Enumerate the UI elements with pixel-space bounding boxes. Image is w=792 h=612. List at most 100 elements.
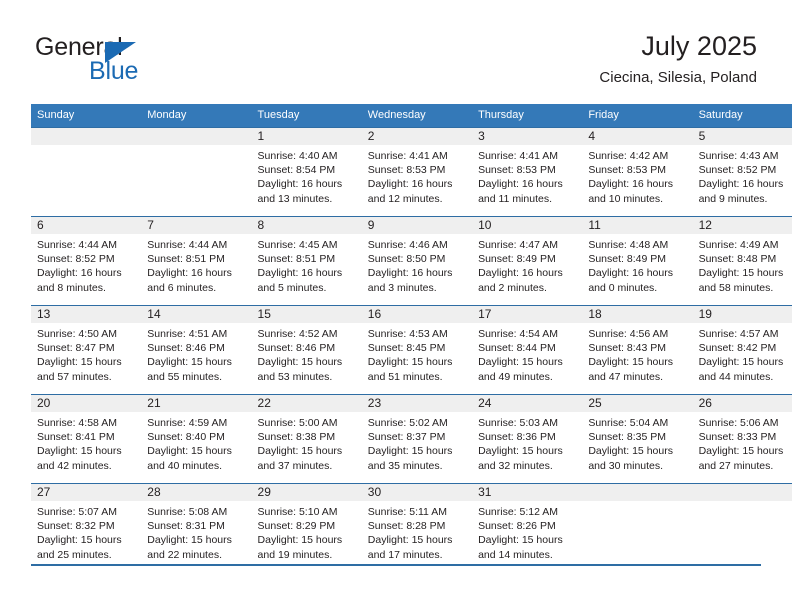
daylight-line-1: Daylight: 15 hours — [367, 534, 453, 547]
day-number: 21 — [141, 395, 252, 412]
weekday-header-monday: Monday — [141, 104, 252, 128]
sunrise-line: Sunrise: 5:08 AM — [147, 506, 228, 518]
day-details: Sunrise: 5:08 AM Sunset: 8:31 PM Daylight:… — [141, 501, 251, 562]
day-number: 6 — [31, 217, 142, 234]
day-cell[interactable]: 19 Sunrise: 4:57 AM Sunset: 8:42 PM Dayligh… — [692, 305, 792, 395]
calendar-page: General Blue July 2025 Ciecina, Silesia,… — [0, 0, 792, 612]
sunset-line: Sunset: 8:47 PM — [37, 342, 115, 355]
sunrise-line: Sunrise: 4:40 AM — [257, 150, 338, 162]
weekday-header-friday: Friday — [582, 104, 693, 128]
day-details: Sunrise: 4:41 AM Sunset: 8:53 PM Daylight:… — [362, 145, 472, 206]
page-title: July 2025 — [641, 31, 757, 61]
daylight-line-2: and 37 minutes. — [257, 459, 333, 472]
daylight-line-1: Daylight: 15 hours — [147, 534, 232, 547]
day-cell[interactable]: 28 Sunrise: 5:08 AM Sunset: 8:31 PM Dayligh… — [141, 483, 252, 572]
daylight-line-1: Daylight: 16 hours — [478, 267, 563, 280]
sunset-line: Sunset: 8:49 PM — [478, 253, 556, 266]
day-cell[interactable] — [141, 127, 252, 217]
day-cell[interactable]: 9 Sunrise: 4:46 AM Sunset: 8:50 PM Daylight… — [361, 216, 473, 306]
day-cell[interactable]: 23 Sunrise: 5:02 AM Sunset: 8:37 PM Dayligh… — [361, 394, 473, 484]
day-cell[interactable]: 20 Sunrise: 4:58 AM Sunset: 8:41 PM Dayligh… — [31, 394, 142, 484]
day-cell[interactable]: 4 Sunrise: 4:42 AM Sunset: 8:53 PM Daylight… — [582, 127, 693, 217]
day-number: 28 — [141, 484, 252, 501]
day-cell[interactable]: 10 Sunrise: 4:47 AM Sunset: 8:49 PM Dayligh… — [472, 216, 583, 306]
sunset-line: Sunset: 8:52 PM — [698, 164, 777, 177]
day-cell[interactable]: 3 Sunrise: 4:41 AM Sunset: 8:53 PM Daylight… — [472, 127, 583, 217]
day-cell[interactable]: 2 Sunrise: 4:41 AM Sunset: 8:53 PM Daylight… — [361, 127, 473, 217]
day-cell[interactable]: 1 Sunrise: 4:40 AM Sunset: 8:54 PM Daylight… — [251, 127, 362, 217]
day-number — [582, 484, 693, 501]
day-details: Sunrise: 5:02 AM Sunset: 8:37 PM Daylight:… — [362, 412, 472, 473]
daylight-line-1: Daylight: 15 hours — [698, 445, 784, 458]
day-number: 1 — [251, 128, 362, 145]
calendar-header-row: Sunday Monday Tuesday Wednesday Thursday… — [31, 104, 792, 128]
daylight-line-2: and 11 minutes. — [478, 192, 552, 205]
day-cell[interactable]: 7 Sunrise: 4:44 AM Sunset: 8:51 PM Daylight… — [141, 216, 252, 306]
day-details: Sunrise: 4:49 AM Sunset: 8:48 PM Daylight:… — [693, 234, 792, 295]
day-cell[interactable]: 11 Sunrise: 4:48 AM Sunset: 8:49 PM Dayligh… — [582, 216, 693, 306]
day-cell[interactable]: 16 Sunrise: 4:53 AM Sunset: 8:45 PM Dayligh… — [361, 305, 473, 395]
sunset-line: Sunset: 8:38 PM — [257, 431, 336, 444]
sunset-line: Sunset: 8:46 PM — [147, 342, 225, 355]
sunset-line: Sunset: 8:54 PM — [257, 164, 336, 177]
sunrise-line: Sunrise: 5:10 AM — [257, 506, 338, 518]
day-cell[interactable]: 27 Sunrise: 5:07 AM Sunset: 8:32 PM Dayligh… — [31, 483, 142, 572]
daylight-line-2: and 6 minutes. — [147, 281, 217, 294]
day-cell[interactable]: 26 Sunrise: 5:06 AM Sunset: 8:33 PM Dayligh… — [692, 394, 792, 484]
daylight-line-2: and 53 minutes. — [257, 370, 333, 383]
day-cell[interactable]: 8 Sunrise: 4:45 AM Sunset: 8:51 PM Daylight… — [251, 216, 362, 306]
daylight-line-1: Daylight: 15 hours — [588, 356, 673, 369]
day-cell[interactable]: 6 Sunrise: 4:44 AM Sunset: 8:52 PM Daylight… — [31, 216, 142, 306]
daylight-line-1: Daylight: 15 hours — [37, 534, 122, 547]
day-cell[interactable]: 15 Sunrise: 4:52 AM Sunset: 8:46 PM Dayligh… — [251, 305, 362, 395]
weekday-header-wednesday: Wednesday — [361, 104, 473, 128]
sunrise-line: Sunrise: 4:49 AM — [698, 239, 779, 251]
day-cell[interactable]: 17 Sunrise: 4:54 AM Sunset: 8:44 PM Dayligh… — [472, 305, 583, 395]
day-number: 22 — [251, 395, 362, 412]
day-cell[interactable]: 31 Sunrise: 5:12 AM Sunset: 8:26 PM Dayligh… — [472, 483, 583, 572]
day-number: 17 — [472, 306, 583, 323]
daylight-line-2: and 30 minutes. — [588, 459, 664, 472]
day-details: Sunrise: 4:57 AM Sunset: 8:42 PM Daylight:… — [693, 323, 792, 384]
sunset-line: Sunset: 8:43 PM — [588, 342, 666, 355]
day-details: Sunrise: 4:44 AM Sunset: 8:52 PM Daylight:… — [31, 234, 141, 295]
day-details: Sunrise: 5:04 AM Sunset: 8:35 PM Daylight:… — [582, 412, 692, 473]
day-number: 29 — [251, 484, 362, 501]
day-details: Sunrise: 4:56 AM Sunset: 8:43 PM Daylight:… — [582, 323, 692, 384]
sunrise-line: Sunrise: 5:12 AM — [478, 506, 559, 518]
day-cell[interactable] — [692, 483, 792, 572]
sunrise-line: Sunrise: 4:50 AM — [37, 328, 117, 340]
sunrise-line: Sunrise: 4:51 AM — [147, 328, 228, 340]
daylight-line-2: and 5 minutes. — [257, 281, 327, 294]
day-cell[interactable]: 5 Sunrise: 4:43 AM Sunset: 8:52 PM Daylight… — [692, 127, 792, 217]
day-cell[interactable]: 29 Sunrise: 5:10 AM Sunset: 8:29 PM Dayligh… — [251, 483, 362, 572]
daylight-line-2: and 32 minutes. — [478, 459, 553, 472]
day-cell[interactable]: 30 Sunrise: 5:11 AM Sunset: 8:28 PM Dayligh… — [361, 483, 473, 572]
day-number: 7 — [141, 217, 252, 234]
day-cell[interactable] — [582, 483, 693, 572]
day-cell[interactable] — [31, 127, 142, 217]
day-number: 30 — [361, 484, 473, 501]
daylight-line-1: Daylight: 15 hours — [698, 267, 784, 280]
day-cell[interactable]: 12 Sunrise: 4:49 AM Sunset: 8:48 PM Dayligh… — [692, 216, 792, 306]
day-number: 23 — [361, 395, 473, 412]
daylight-line-1: Daylight: 16 hours — [37, 267, 122, 280]
day-details: Sunrise: 4:48 AM Sunset: 8:49 PM Daylight:… — [582, 234, 692, 295]
day-cell[interactable]: 14 Sunrise: 4:51 AM Sunset: 8:46 PM Dayligh… — [141, 305, 252, 395]
daylight-line-1: Daylight: 15 hours — [367, 445, 453, 458]
day-number: 31 — [472, 484, 583, 501]
daylight-line-1: Daylight: 15 hours — [478, 445, 563, 458]
daylight-line-2: and 13 minutes. — [257, 192, 333, 205]
day-cell[interactable]: 21 Sunrise: 4:59 AM Sunset: 8:40 PM Dayligh… — [141, 394, 252, 484]
day-cell[interactable]: 25 Sunrise: 5:04 AM Sunset: 8:35 PM Dayligh… — [582, 394, 693, 484]
day-cell[interactable]: 22 Sunrise: 5:00 AM Sunset: 8:38 PM Dayligh… — [251, 394, 362, 484]
sunrise-line: Sunrise: 4:43 AM — [698, 150, 779, 162]
daylight-line-2: and 3 minutes. — [367, 281, 437, 294]
sunrise-line: Sunrise: 4:41 AM — [478, 150, 559, 162]
day-cell[interactable]: 18 Sunrise: 4:56 AM Sunset: 8:43 PM Dayligh… — [582, 305, 693, 395]
daylight-line-2: and 2 minutes. — [478, 281, 547, 294]
day-cell[interactable]: 13 Sunrise: 4:50 AM Sunset: 8:47 PM Dayligh… — [31, 305, 142, 395]
daylight-line-2: and 40 minutes. — [147, 459, 222, 472]
day-cell[interactable]: 24 Sunrise: 5:03 AM Sunset: 8:36 PM Dayligh… — [472, 394, 583, 484]
sunset-line: Sunset: 8:37 PM — [367, 431, 446, 444]
